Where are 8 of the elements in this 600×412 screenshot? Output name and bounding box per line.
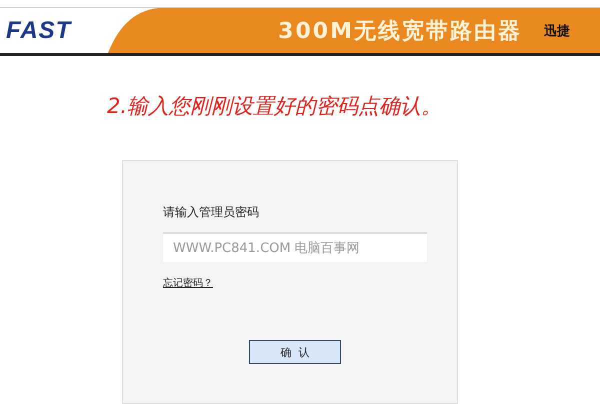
forgot-password-link[interactable]: 忘记密码？ [163, 276, 213, 290]
logo: FAST [6, 16, 72, 44]
brand-name: 迅捷 [544, 22, 570, 40]
password-label: 请输入管理员密码 [163, 204, 260, 221]
instruction-text: 2.输入您刚刚设置好的密码点确认。 [107, 93, 444, 120]
confirm-button[interactable]: 确 认 [249, 340, 341, 364]
password-field[interactable]: WWW.PC841.COM 电脑百事网 [163, 232, 427, 262]
router-title: 300M无线宽带路由器 [278, 18, 522, 46]
